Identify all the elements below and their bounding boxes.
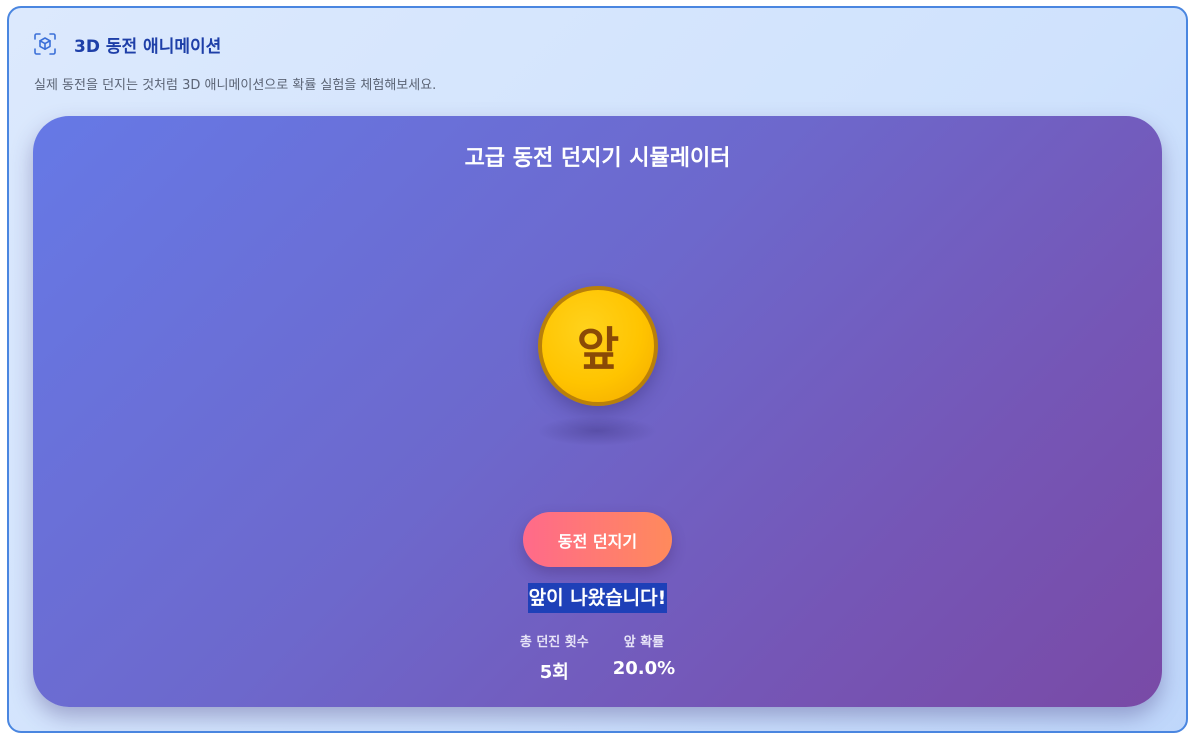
stat-heads-probability: 앞 확률 20.0% (613, 631, 675, 684)
coin: 앞 (538, 286, 658, 406)
stat-total-tosses: 총 던진 횟수 5회 (520, 631, 589, 684)
stat-value: 5회 (539, 662, 569, 683)
stat-label: 앞 확률 (623, 635, 665, 650)
page-subtitle: 실제 동전을 던지는 것처럼 3D 애니메이션으로 확률 실험을 체험해보세요. (34, 78, 437, 93)
header: 3D 동전 애니메이션 (34, 32, 222, 57)
simulator-title: 고급 동전 던지기 시뮬레이터 (464, 146, 731, 171)
stat-label: 총 던진 횟수 (519, 635, 589, 650)
stats-row: 총 던진 횟수 5회 앞 확률 20.0% (33, 631, 1162, 684)
app-card: 3D 동전 애니메이션 실제 동전을 던지는 것처럼 3D 애니메이션으로 확률… (7, 6, 1188, 733)
result-text: 앞이 나왔습니다! (527, 583, 668, 613)
coin-face-label: 앞 (576, 322, 620, 376)
page-title: 3D 동전 애니메이션 (74, 36, 222, 57)
coin-shadow (537, 416, 657, 446)
cube-scan-icon (34, 33, 56, 55)
toss-coin-button[interactable]: 동전 던지기 (523, 512, 672, 567)
result-message: 앞이 나왔습니다! (33, 583, 1162, 613)
stat-value: 20.0% (612, 658, 676, 679)
simulator-panel: 고급 동전 던지기 시뮬레이터 앞 동전 던지기 앞이 나왔습니다! 총 던진 … (33, 116, 1162, 707)
